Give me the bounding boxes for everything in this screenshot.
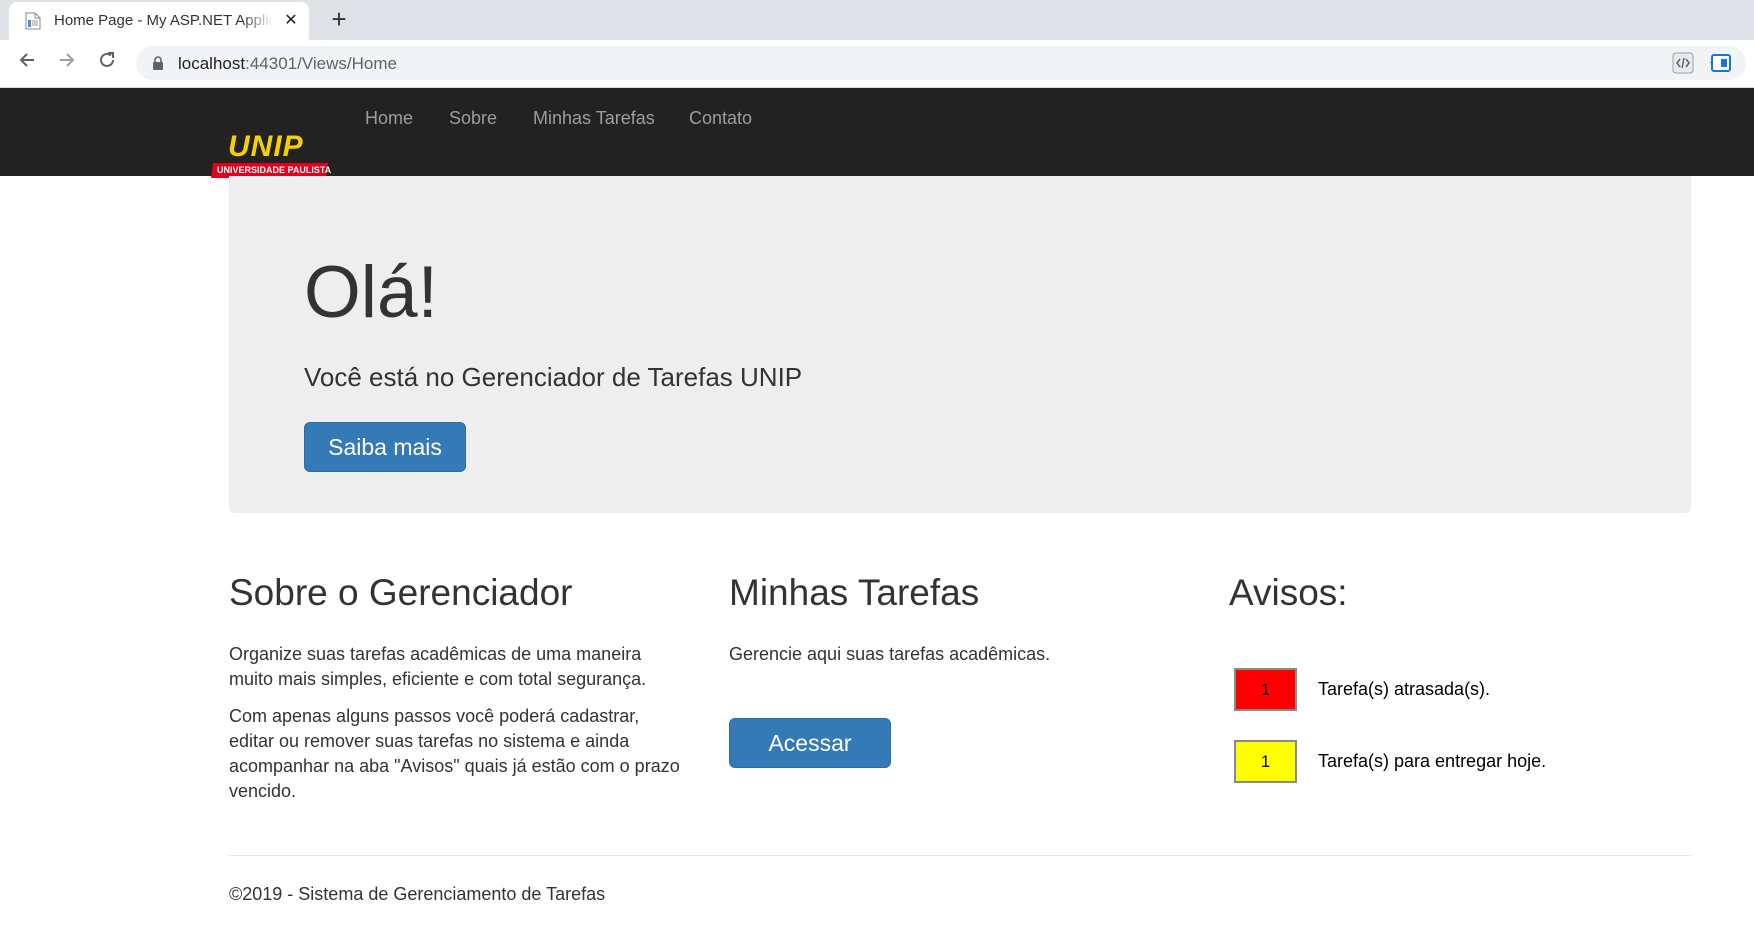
nav-link-sobre[interactable]: Sobre xyxy=(449,108,497,129)
nav-link-minhas-tarefas[interactable]: Minhas Tarefas xyxy=(533,108,655,129)
acessar-button[interactable]: Acessar xyxy=(729,718,891,768)
sobre-title: Sobre o Gerenciador xyxy=(229,572,573,613)
saiba-mais-button[interactable]: Saiba mais xyxy=(304,422,466,472)
footer-divider xyxy=(229,855,1691,856)
url-path: :44301/Views/Home xyxy=(245,54,397,73)
logo-subtitle: UNIVERSIDADE PAULISTA xyxy=(217,165,332,175)
browser-tabstrip: Home Page - My ASP.NET Applic ✕ + xyxy=(0,0,1754,40)
lock-icon xyxy=(152,56,164,75)
extension-code-icon[interactable] xyxy=(1672,52,1694,74)
sobre-paragraph-1: Organize suas tarefas acadêmicas de uma … xyxy=(229,644,647,689)
due-today-count-badge: 1 xyxy=(1234,740,1297,783)
avisos-title: Avisos: xyxy=(1229,572,1348,613)
extension-window-icon[interactable] xyxy=(1710,52,1732,74)
nav-link-home[interactable]: Home xyxy=(365,108,413,129)
forward-arrow-icon[interactable] xyxy=(54,50,80,76)
due-today-label: Tarefa(s) para entregar hoje. xyxy=(1318,751,1547,771)
site-navbar: UNIP UNIVERSIDADE PAULISTA Home Sobre Mi… xyxy=(0,88,1754,178)
overdue-label: Tarefa(s) atrasada(s). xyxy=(1318,679,1491,699)
unip-logo[interactable]: UNIP UNIVERSIDADE PAULISTA xyxy=(210,130,331,180)
browser-toolbar: localhost:44301/Views/Home ☆ xyxy=(0,40,1754,88)
nav-link-contato[interactable]: Contato xyxy=(689,108,752,129)
back-arrow-icon[interactable] xyxy=(14,50,40,76)
jumbotron-lead: Você está no Gerenciador de Tarefas UNIP xyxy=(304,362,803,392)
url-host: localhost xyxy=(178,54,246,73)
jumbotron: Olá! Você está no Gerenciador de Tarefas… xyxy=(229,176,1691,513)
reload-icon[interactable] xyxy=(94,50,120,76)
address-bar[interactable]: localhost:44301/Views/Home ☆ xyxy=(136,46,1746,80)
url-text: localhost:44301/Views/Home xyxy=(178,54,397,74)
logo-text: UNIP xyxy=(228,130,304,163)
sobre-paragraph-2: Com apenas alguns passos você poderá cad… xyxy=(229,706,680,801)
tab-title: Home Page - My ASP.NET Applic xyxy=(54,12,274,29)
tarefas-text: Gerencie aqui suas tarefas acadêmicas. xyxy=(729,644,1051,664)
overdue-count-badge: 1 xyxy=(1234,668,1297,711)
browser-tab[interactable]: Home Page - My ASP.NET Applic ✕ xyxy=(9,2,309,40)
footer-copyright: ©2019 - Sistema de Gerenciamento de Tare… xyxy=(229,884,606,904)
new-tab-icon[interactable]: + xyxy=(326,6,352,32)
document-icon xyxy=(25,12,41,30)
tarefas-title: Minhas Tarefas xyxy=(729,572,980,613)
close-tab-icon[interactable]: ✕ xyxy=(281,11,301,31)
page-title: Olá! xyxy=(304,252,438,333)
